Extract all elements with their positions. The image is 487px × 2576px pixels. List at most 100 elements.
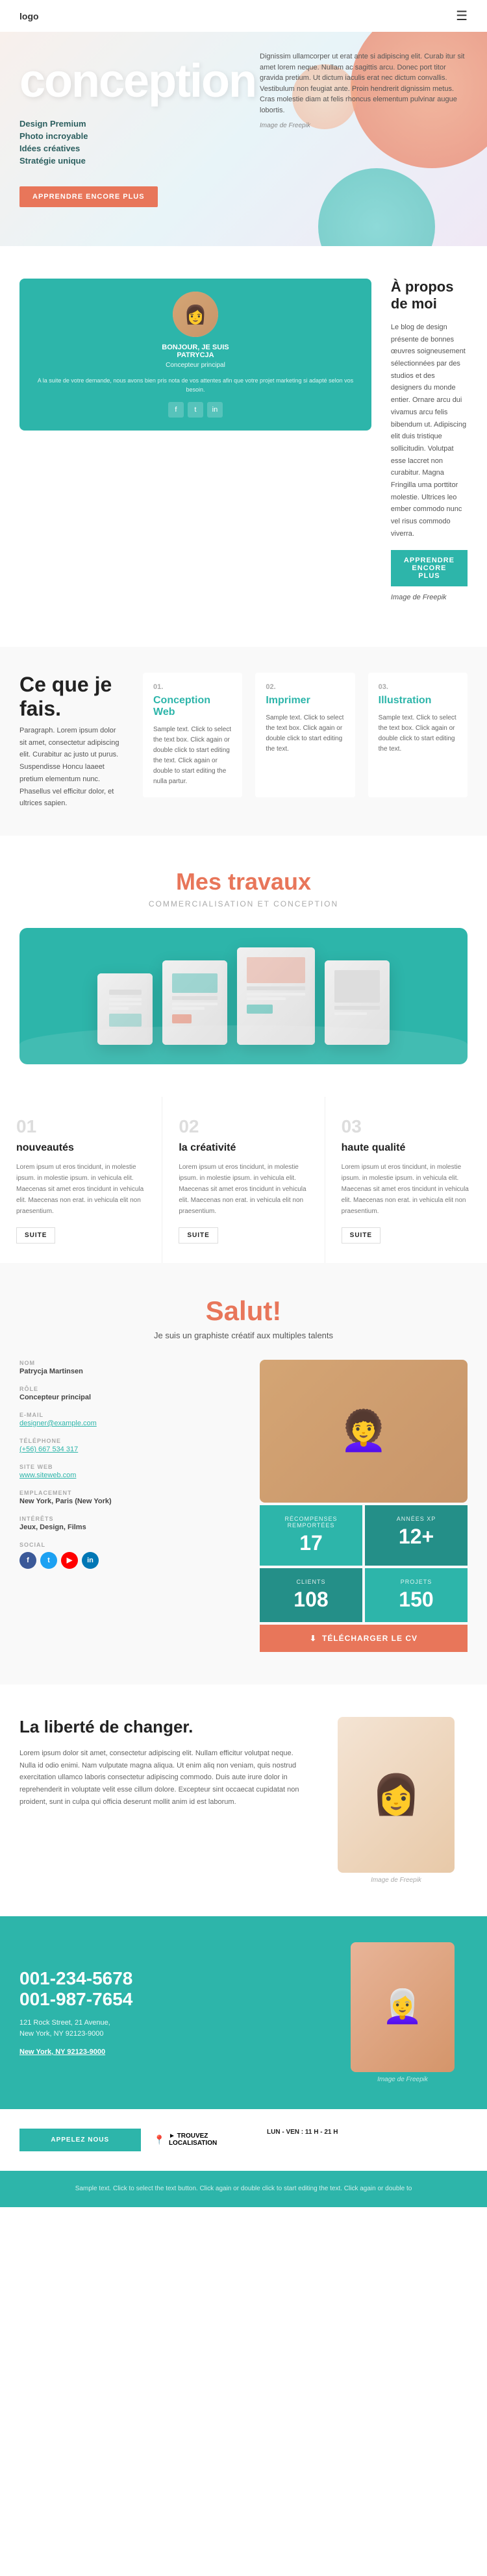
feature-desc-2: Lorem ipsum ut eros tincidunt, in molest… (179, 1162, 308, 1217)
hello-photo: 👩‍🦱 (260, 1360, 468, 1503)
feature-num-2: 02 (179, 1116, 308, 1137)
email-value[interactable]: designer@example.com (19, 1419, 240, 1427)
service-name-3: Illustration (379, 695, 457, 707)
freedom-photo: 👩 (338, 1717, 455, 1873)
freedom-title: La liberté de changer. (19, 1717, 305, 1737)
stat-clients-label: CLIENTS (270, 1579, 352, 1585)
info-interests: INTÉRÊTS Jeux, Design, Films (19, 1516, 240, 1531)
website-label: SITE WEB (19, 1464, 240, 1470)
hero-cta-button[interactable]: APPRENDRE ENCORE PLUS (19, 186, 158, 207)
feature-name-3: haute qualité (342, 1142, 471, 1154)
hello-subtitle: Je suis un graphiste créatif aux multipl… (19, 1331, 468, 1340)
nom-value: Patrycja Martinsen (19, 1368, 240, 1375)
linkedin-btn[interactable]: in (82, 1552, 99, 1569)
interests-value: Jeux, Design, Films (19, 1523, 240, 1531)
features-section: 01 nouveautés Lorem ipsum ut eros tincid… (0, 1097, 487, 1263)
location-icon: 📍 (154, 2134, 165, 2145)
portfolio-subtitle: COMMERCIALISATION ET CONCEPTION (19, 899, 468, 908)
download-cv-button[interactable]: ⬇ TÉLÉCHARGER LE CV (260, 1625, 468, 1652)
contact-section: 001-234-5678 001-987-7654 121 Rock Stree… (0, 1916, 487, 2109)
social-icons: f t in (32, 402, 358, 418)
location-value: New York, Paris (New York) (19, 1497, 240, 1505)
feature-link-3[interactable]: SUITE (342, 1227, 381, 1244)
hours-days: LUN - VEN : 11 H - 21 H (267, 2129, 468, 2136)
twitter-icon[interactable]: t (188, 402, 203, 418)
info-location: EMPLACEMENT New York, Paris (New York) (19, 1490, 240, 1505)
stat-projects-value: 150 (375, 1588, 457, 1612)
info-email: E-MAIL designer@example.com (19, 1412, 240, 1427)
stats-grid: RÉCOMPENSES REMPORTÉES 17 ANNÉES XP 12+ … (260, 1505, 468, 1622)
website-value[interactable]: www.siteweb.com (19, 1471, 240, 1479)
freedom-left: La liberté de changer. Lorem ipsum dolor… (19, 1717, 305, 1814)
info-social: SOCIAL f t ▶ in (19, 1542, 240, 1569)
twitter-btn[interactable]: t (40, 1552, 57, 1569)
portfolio-wave-decor (19, 1025, 468, 1064)
about-cta-button[interactable]: APPRENDRE ENCORE PLUS (391, 550, 468, 586)
hero-right-text: Dignissim ullamcorper ut erat ante si ad… (260, 51, 468, 116)
info-phone: TÉLÉPHONE (+56) 667 534 317 (19, 1438, 240, 1453)
stat-awards-label: RÉCOMPENSES REMPORTÉES (270, 1516, 352, 1529)
hello-section: Salut! Je suis un graphiste créatif aux … (0, 1263, 487, 1684)
localization-item[interactable]: 📍 ► TROUVEZ LOCALISATION (154, 2129, 255, 2151)
feature-link-2[interactable]: SUITE (179, 1227, 218, 1244)
location-label: EMPLACEMENT (19, 1490, 240, 1496)
freedom-image-label: Image de Freepik (325, 1877, 468, 1884)
role-label: RÔLE (19, 1386, 240, 1392)
feature-name-1: nouveautés (16, 1142, 145, 1154)
feature-link-1[interactable]: SUITE (16, 1227, 55, 1244)
service-desc-3: Sample text. Click to select the text bo… (379, 713, 457, 755)
stat-projects-label: PROJETS (375, 1579, 457, 1585)
facebook-icon[interactable]: f (168, 402, 184, 418)
portfolio-section: Mes travaux COMMERCIALISATION ET CONCEPT… (0, 836, 487, 1097)
stat-years-label: ANNÉES XP (375, 1516, 457, 1522)
feature-card-2: 02 la créativité Lorem ipsum ut eros tin… (162, 1097, 325, 1263)
info-nom: NOM Patrycja Martinsen (19, 1360, 240, 1375)
about-greeting: BONJOUR, JE SUIS PATRYCJA (32, 344, 358, 359)
contact-phone1: 001-234-5678 (19, 1968, 318, 1989)
hours-bar: APPELEZ NOUS 📍 ► TROUVEZ LOCALISATION LU… (0, 2109, 487, 2171)
email-label: E-MAIL (19, 1412, 240, 1418)
about-card-desc: A la suite de votre demande, nous avons … (32, 377, 358, 394)
avatar-image: 👩 (173, 292, 218, 337)
footer-card: Sample text. Click to select the text bu… (0, 2171, 487, 2207)
feature-desc-3: Lorem ipsum ut eros tincidunt, in molest… (342, 1162, 471, 1217)
service-desc-1: Sample text. Click to select the text bo… (153, 725, 232, 787)
service-desc-2: Sample text. Click to select the text bo… (266, 713, 344, 755)
service-name-1: Conception Web (153, 695, 232, 718)
stat-projects: PROJETS 150 (365, 1568, 468, 1622)
portfolio-title: Mes travaux (19, 868, 468, 895)
youtube-btn[interactable]: ▶ (61, 1552, 78, 1569)
about-text: Le blog de design présente de bonnes œuv… (391, 321, 468, 540)
hello-title: Salut! (19, 1295, 468, 1327)
services-title: Ce que je fais. (19, 673, 123, 721)
stat-awards-value: 17 (270, 1531, 352, 1555)
services-left-text: Paragraph. Lorem ipsum dolor sit amet, c… (19, 725, 123, 810)
phone-value[interactable]: (+56) 667 534 317 (19, 1445, 240, 1453)
phone-label: TÉLÉPHONE (19, 1438, 240, 1444)
freedom-section: La liberté de changer. Lorem ipsum dolor… (0, 1684, 487, 1916)
contact-link[interactable]: New York, NY 92123-9000 (19, 2048, 105, 2056)
service-name-2: Imprimer (266, 695, 344, 707)
info-website: SITE WEB www.siteweb.com (19, 1464, 240, 1479)
stat-years: ANNÉES XP 12+ (365, 1505, 468, 1566)
role-value: Concepteur principal (19, 1394, 240, 1401)
localization-label: ► TROUVEZ LOCALISATION (169, 2132, 254, 2147)
footer-text: Sample text. Click to select the text bu… (19, 2184, 468, 2194)
freedom-right: 👩 Image de Freepik (325, 1717, 468, 1884)
facebook-btn[interactable]: f (19, 1552, 36, 1569)
hero-image-label: Image de Freepik (260, 122, 468, 129)
social-row: f t ▶ in (19, 1552, 240, 1569)
service-card-2: 02. Imprimer Sample text. Click to selec… (255, 673, 355, 797)
hello-right: 👩‍🦱 RÉCOMPENSES REMPORTÉES 17 ANNÉES XP … (260, 1360, 468, 1652)
contact-photo: 👩‍🦳 (351, 1942, 455, 2072)
services-section: Ce que je fais. Paragraph. Lorem ipsum d… (0, 647, 487, 836)
hero-feature-3: Idées créatives (19, 142, 468, 155)
header: logo ☰ (0, 0, 487, 32)
linkedin-icon[interactable]: in (207, 402, 223, 418)
services-grid: 01. Conception Web Sample text. Click to… (143, 673, 468, 797)
menu-icon[interactable]: ☰ (456, 8, 468, 24)
hero-right: Dignissim ullamcorper ut erat ante si ad… (260, 51, 468, 129)
contact-left: 001-234-5678 001-987-7654 121 Rock Stree… (19, 1968, 318, 2057)
call-us-button[interactable]: APPELEZ NOUS (19, 2129, 141, 2151)
download-icon: ⬇ (310, 1634, 317, 1643)
